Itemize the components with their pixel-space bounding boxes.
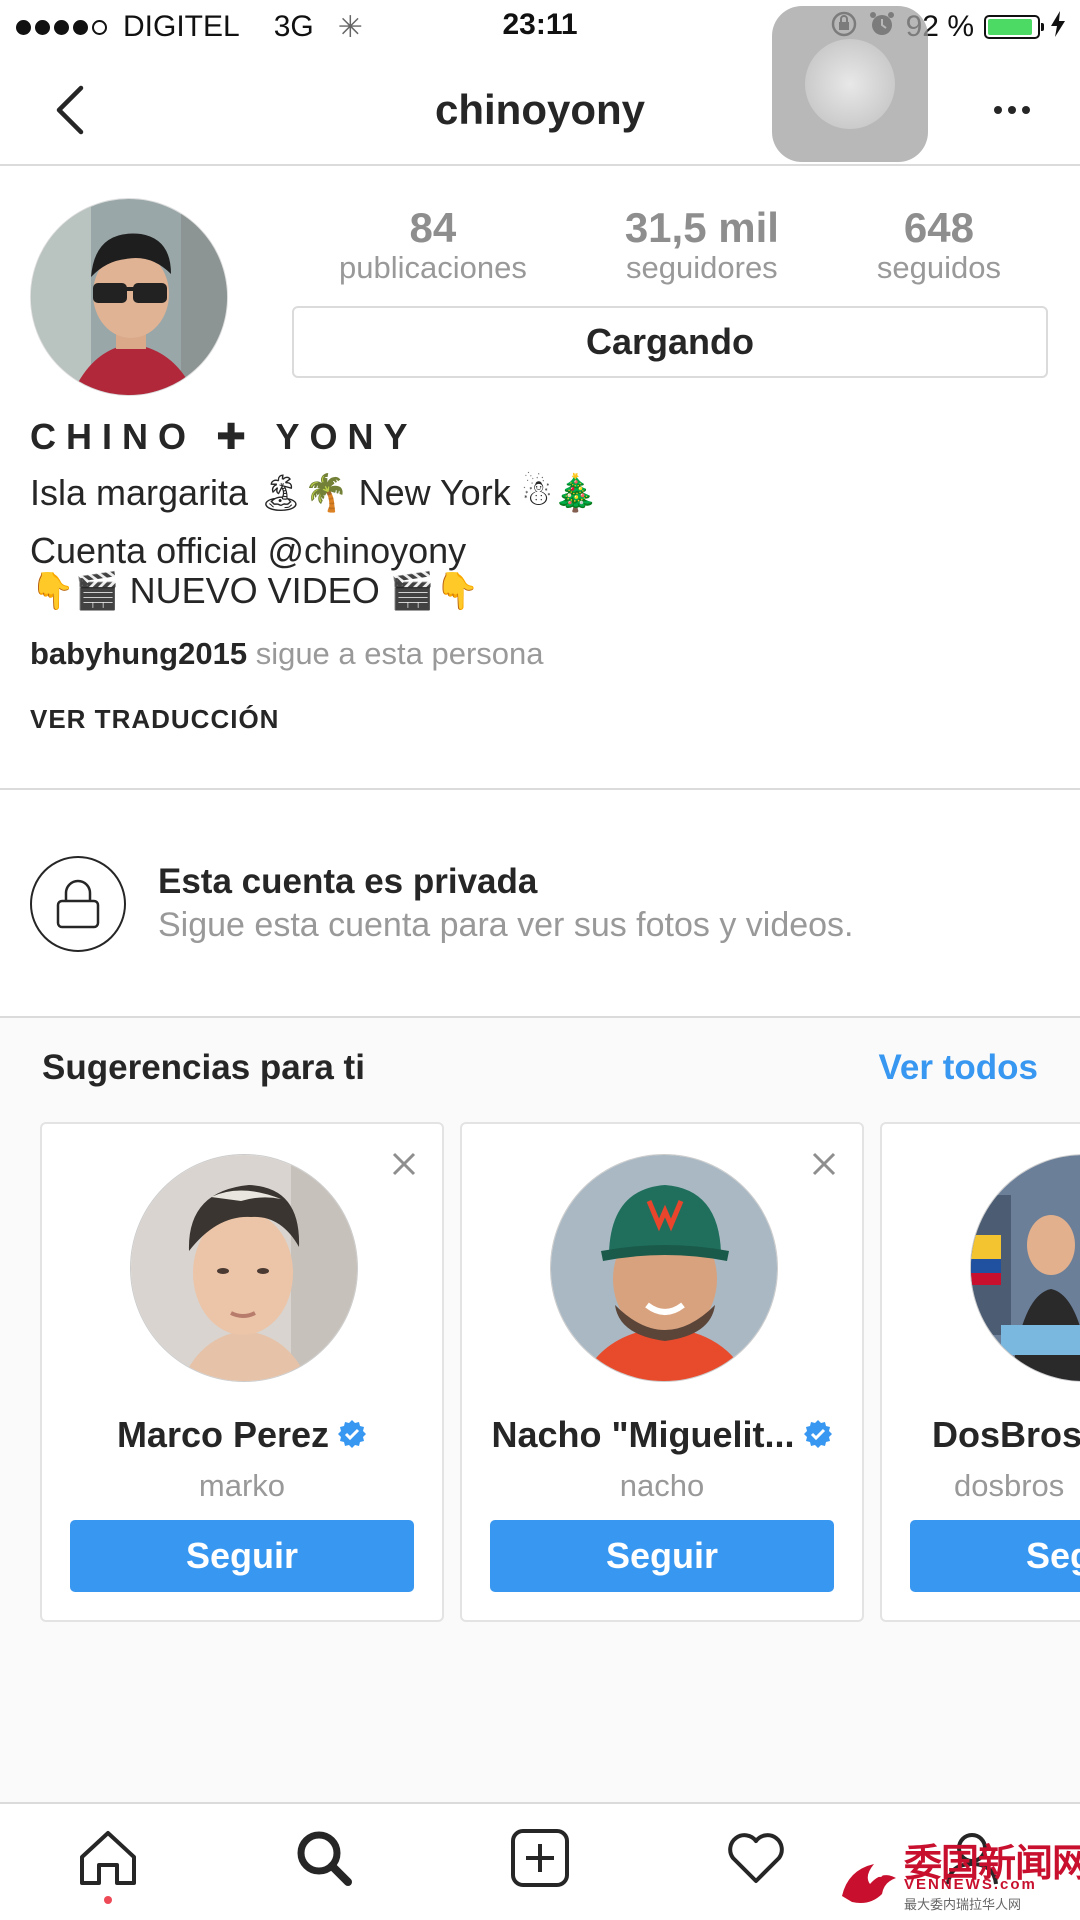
home-icon — [80, 1831, 136, 1885]
suggestions-carousel[interactable]: Marco Perez marko Seguir Nacho "Miguelit… — [40, 1122, 1080, 1622]
followed-by-user[interactable]: babyhung2015 — [30, 636, 247, 671]
followers-count[interactable]: 31,5 mil seguidores — [625, 206, 779, 286]
suggestion-handle: marko — [198, 1468, 286, 1503]
activity-dot — [104, 1896, 112, 1904]
network-type: 3G — [273, 10, 314, 43]
private-subtitle: Sigue esta cuenta para ver sus fotos y v… — [158, 906, 854, 944]
add-post-icon — [511, 1829, 569, 1887]
following-count[interactable]: 648 seguidos — [877, 206, 1001, 286]
battery-icon — [984, 15, 1044, 39]
profile-bio: Isla margarita 🏝🌴 New York ☃🎄 Cuenta off… — [30, 466, 598, 618]
suggestion-handle: nacho — [619, 1468, 705, 1503]
watermark-site: VENNEWS.com — [904, 1876, 1037, 1893]
signal-strength-icon — [16, 19, 107, 35]
profile-avatar[interactable] — [30, 198, 228, 396]
suggestion-card: Marco Perez marko Seguir — [40, 1122, 444, 1622]
tab-search[interactable] — [284, 1818, 364, 1898]
dismiss-suggestion-button[interactable] — [388, 1148, 420, 1180]
suggestion-card: Nacho "Miguelit... nacho Seguir — [460, 1122, 864, 1622]
see-all-link[interactable]: Ver todos — [879, 1048, 1038, 1088]
suggestions-heading: Sugerencias para ti — [42, 1048, 365, 1087]
suggestions-section: Sugerencias para ti Ver todos Marco Pere… — [0, 1018, 1080, 1802]
suggestion-name[interactable]: Marco Perez — [42, 1414, 442, 1458]
dismiss-suggestion-button[interactable] — [808, 1148, 840, 1180]
followed-by[interactable]: babyhung2015 sigue a esta persona — [30, 636, 544, 672]
tab-home[interactable] — [68, 1818, 148, 1904]
verified-badge-icon — [337, 1416, 367, 1458]
display-name: CHINO ✚ YONY — [30, 416, 418, 457]
watermark-tagline: 最大委内瑞拉华人网 — [904, 1897, 1022, 1912]
search-icon — [297, 1831, 352, 1886]
suggestion-name[interactable]: DosBros — [932, 1414, 1080, 1456]
close-icon — [392, 1152, 416, 1176]
verified-badge-icon — [803, 1416, 833, 1458]
suggestion-handle: dosbros — [954, 1468, 1065, 1503]
lock-icon — [30, 856, 126, 952]
suggestion-card: DosBros dosbros Seguir — [880, 1122, 1080, 1622]
carrier-label: DIGITEL — [123, 10, 240, 43]
news-watermark: 委国新闻网 VENNEWS.com 最大委内瑞拉华人网 — [834, 1832, 1080, 1916]
charging-bolt-icon — [1050, 10, 1066, 44]
follow-button[interactable]: Seguir — [910, 1520, 1080, 1592]
profile-section: 84 publicaciones 31,5 mil seguidores 648… — [0, 166, 1080, 788]
assistive-touch-button[interactable] — [772, 6, 928, 162]
follow-button[interactable]: Seguir — [70, 1520, 414, 1592]
heart-icon — [728, 1833, 784, 1883]
suggestion-avatar[interactable] — [130, 1154, 358, 1382]
posts-count[interactable]: 84 publicaciones — [339, 206, 527, 286]
activity-spinner-icon: ✳ — [337, 10, 363, 44]
tab-activity[interactable] — [716, 1818, 796, 1898]
close-icon — [812, 1152, 836, 1176]
more-options-button[interactable] — [982, 90, 1042, 130]
suggestion-name[interactable]: Nacho "Miguelit... — [462, 1414, 862, 1458]
dragon-logo-icon — [842, 1864, 896, 1903]
private-title: Esta cuenta es privada — [158, 862, 538, 901]
suggestion-avatar[interactable] — [970, 1154, 1080, 1382]
follow-button[interactable]: Seguir — [490, 1520, 834, 1592]
bio-line: Isla margarita 🏝🌴 New York ☃🎄 — [30, 472, 598, 513]
bio-line: 👇🎬 NUEVO VIDEO 🎬👇 — [30, 570, 480, 611]
suggestion-avatar[interactable] — [550, 1154, 778, 1382]
private-account-notice: Esta cuenta es privada Sigue esta cuenta… — [0, 788, 1080, 1018]
tab-new-post[interactable] — [500, 1818, 580, 1898]
see-translation-link[interactable]: VER TRADUCCIÓN — [30, 704, 279, 735]
follow-status-button[interactable]: Cargando — [292, 306, 1048, 378]
profile-stats: 84 publicaciones 31,5 mil seguidores 648… — [290, 206, 1050, 286]
followed-by-text: sigue a esta persona — [255, 636, 544, 671]
